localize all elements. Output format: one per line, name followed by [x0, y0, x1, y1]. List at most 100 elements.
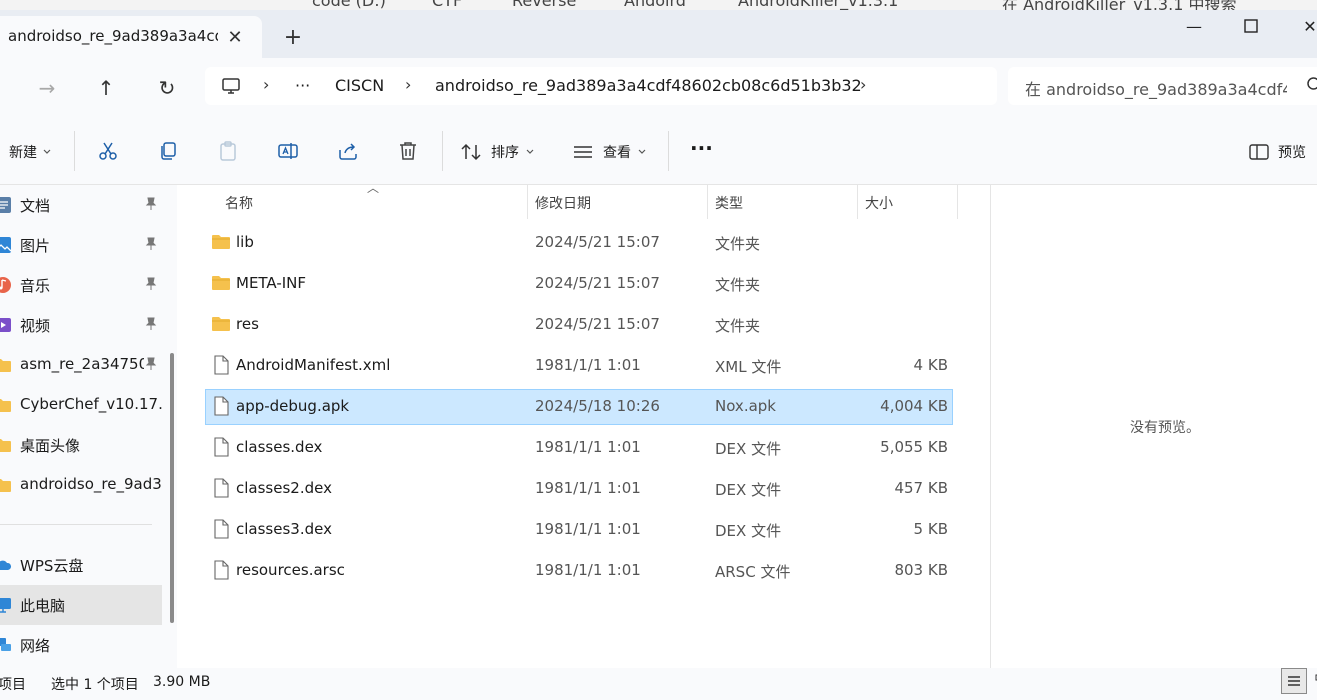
- column-label: 名称: [225, 196, 253, 212]
- sidebar-item-cyberchef[interactable]: CyberChef_v10.17.0: [0, 385, 162, 425]
- file-type: 文件夹: [715, 317, 761, 335]
- table-row[interactable]: META-INF 2024/5/21 15:07 文件夹: [205, 266, 953, 302]
- sidebar-item-label: 图片: [20, 237, 51, 255]
- sidebar-item-label: 桌面头像: [20, 437, 81, 455]
- cut-icon: [99, 142, 117, 160]
- navigation-bar: → ↑ ↻ › ··· CISCN › androidso_re_9ad389a…: [0, 58, 1317, 117]
- refresh-button[interactable]: ↻: [151, 72, 183, 104]
- minimize-button[interactable]: —: [1166, 10, 1222, 42]
- table-row[interactable]: lib 2024/5/21 15:07 文件夹: [205, 225, 953, 261]
- sidebar-item-asm-re[interactable]: asm_re_2a34750: [0, 345, 162, 385]
- file-name: lib: [236, 233, 254, 251]
- breadcrumb-current-folder[interactable]: androidso_re_9ad389a3a4cdf48602cb08c6d51…: [435, 76, 862, 95]
- folder-icon: [0, 359, 11, 372]
- file-icon: [214, 478, 229, 498]
- sidebar-item-wps-cloud[interactable]: WPS云盘: [0, 545, 162, 585]
- details-view-button[interactable]: [1281, 668, 1307, 694]
- file-modified: 1981/1/1 1:01: [535, 561, 641, 579]
- paste-icon: [220, 141, 236, 161]
- file-name: resources.arsc: [236, 561, 345, 579]
- column-divider[interactable]: [857, 185, 858, 219]
- more-options-button[interactable]: ···: [690, 134, 713, 162]
- search-icon: [1307, 77, 1317, 90]
- selection-size: 3.90 MB: [153, 674, 211, 690]
- sidebar-item-videos[interactable]: 视频: [0, 305, 162, 345]
- view-button[interactable]: 查看: [572, 138, 646, 166]
- table-row[interactable]: AndroidManifest.xml 1981/1/1 1:01 XML 文件…: [205, 348, 953, 384]
- sidebar-item-network[interactable]: 网络: [0, 625, 162, 665]
- file-icon: [214, 519, 229, 539]
- forward-button[interactable]: →: [31, 72, 63, 104]
- file-modified: 1981/1/1 1:01: [535, 479, 641, 497]
- file-type: Nox.apk: [715, 397, 776, 415]
- sidebar-item-documents[interactable]: 文档: [0, 185, 162, 225]
- new-tab-button[interactable]: +: [280, 24, 306, 50]
- search-input[interactable]: 在 androidso_re_9ad389a3a4cdf48602cb08c6d…: [1008, 67, 1317, 105]
- column-divider[interactable]: [527, 185, 528, 219]
- details-view-icon: [1288, 676, 1300, 686]
- file-size: 5 KB: [913, 520, 948, 538]
- music-icon: [0, 277, 11, 293]
- chevron-down-icon: [526, 149, 534, 154]
- rename-button[interactable]: [274, 137, 302, 165]
- copy-button[interactable]: [154, 137, 182, 165]
- paste-button[interactable]: [214, 137, 242, 165]
- table-row[interactable]: resources.arsc 1981/1/1 1:01 ARSC 文件 803…: [205, 553, 953, 589]
- pin-icon: [145, 237, 157, 250]
- table-row-selected[interactable]: app-debug.apk 2024/5/18 10:26 Nox.apk 4,…: [205, 389, 953, 425]
- file-modified: 2024/5/21 15:07: [535, 274, 660, 292]
- table-row[interactable]: classes3.dex 1981/1/1 1:01 DEX 文件 5 KB: [205, 512, 953, 548]
- table-row[interactable]: classes.dex 1981/1/1 1:01 DEX 文件 5,055 K…: [205, 430, 953, 466]
- share-button[interactable]: [334, 137, 362, 165]
- share-icon: [339, 143, 357, 160]
- column-divider[interactable]: [957, 185, 958, 219]
- file-name: res: [236, 315, 259, 333]
- column-divider[interactable]: [707, 185, 708, 219]
- tab-bar: androidso_re_9ad389a3a4cdf48602cb08c6d51…: [0, 10, 1317, 58]
- sort-ascending-icon: ︿: [367, 181, 380, 195]
- document-icon: [0, 197, 11, 213]
- pin-icon: [145, 197, 157, 210]
- trash-icon: [400, 142, 416, 160]
- folder-icon: [0, 399, 11, 412]
- sidebar-item-music[interactable]: 音乐: [0, 265, 162, 305]
- sort-button[interactable]: 排序: [460, 138, 534, 166]
- file-modified: 2024/5/18 10:26: [535, 397, 660, 415]
- tab-title: androidso_re_9ad389a3a4cdf48602cb08c6d51…: [8, 27, 218, 45]
- up-button[interactable]: ↑: [90, 72, 122, 104]
- sidebar-item-label: 文档: [20, 197, 51, 215]
- preview-pane-icon: [1249, 144, 1269, 160]
- maximize-button[interactable]: [1223, 10, 1279, 42]
- file-modified: 2024/5/21 15:07: [535, 315, 660, 333]
- preview-pane-button[interactable]: 预览: [1249, 138, 1306, 166]
- item-count: 项目: [0, 677, 26, 693]
- sidebar-scrollbar[interactable]: [170, 353, 174, 623]
- sidebar-item-this-pc[interactable]: 此电脑: [0, 585, 162, 625]
- delete-button[interactable]: [394, 137, 422, 165]
- close-window-button[interactable]: ✕: [1282, 10, 1317, 42]
- chevron-right-icon[interactable]: ›: [860, 75, 866, 94]
- sidebar-item-desktop-avatars[interactable]: 桌面头像: [0, 425, 162, 465]
- tab-current-folder[interactable]: androidso_re_9ad389a3a4cdf48602cb08c6d51…: [0, 16, 262, 58]
- bg-breadcrumb-0: code (D:): [312, 0, 386, 10]
- address-bar[interactable]: › ··· CISCN › androidso_re_9ad389a3a4cdf…: [205, 67, 997, 105]
- tiles-view-button[interactable]: [1309, 668, 1317, 694]
- new-button[interactable]: 新建: [9, 138, 51, 166]
- video-icon: [0, 318, 11, 332]
- breadcrumb-overflow-button[interactable]: ···: [295, 76, 310, 95]
- sidebar-item-androidso[interactable]: androidso_re_9ad38: [0, 465, 162, 505]
- breadcrumb-ciscn[interactable]: CISCN: [335, 76, 384, 95]
- file-type: DEX 文件: [715, 481, 782, 499]
- sidebar-item-pictures[interactable]: 图片: [0, 225, 162, 265]
- pin-icon: [145, 277, 157, 290]
- status-bar: 项目 选中 1 个项目 3.90 MB: [0, 668, 1317, 700]
- view-list-icon: [574, 146, 592, 158]
- tab-close-icon[interactable]: ✕: [222, 24, 248, 50]
- cut-button[interactable]: [94, 137, 122, 165]
- chevron-right-icon: ›: [263, 75, 270, 94]
- table-row[interactable]: res 2024/5/21 15:07 文件夹: [205, 307, 953, 343]
- file-size: 5,055 KB: [880, 438, 948, 456]
- table-row[interactable]: classes2.dex 1981/1/1 1:01 DEX 文件 457 KB: [205, 471, 953, 507]
- background-window-strip: code (D:) CTF Reverse Andoird AndroidKil…: [0, 0, 1317, 10]
- column-label: 类型: [715, 196, 743, 212]
